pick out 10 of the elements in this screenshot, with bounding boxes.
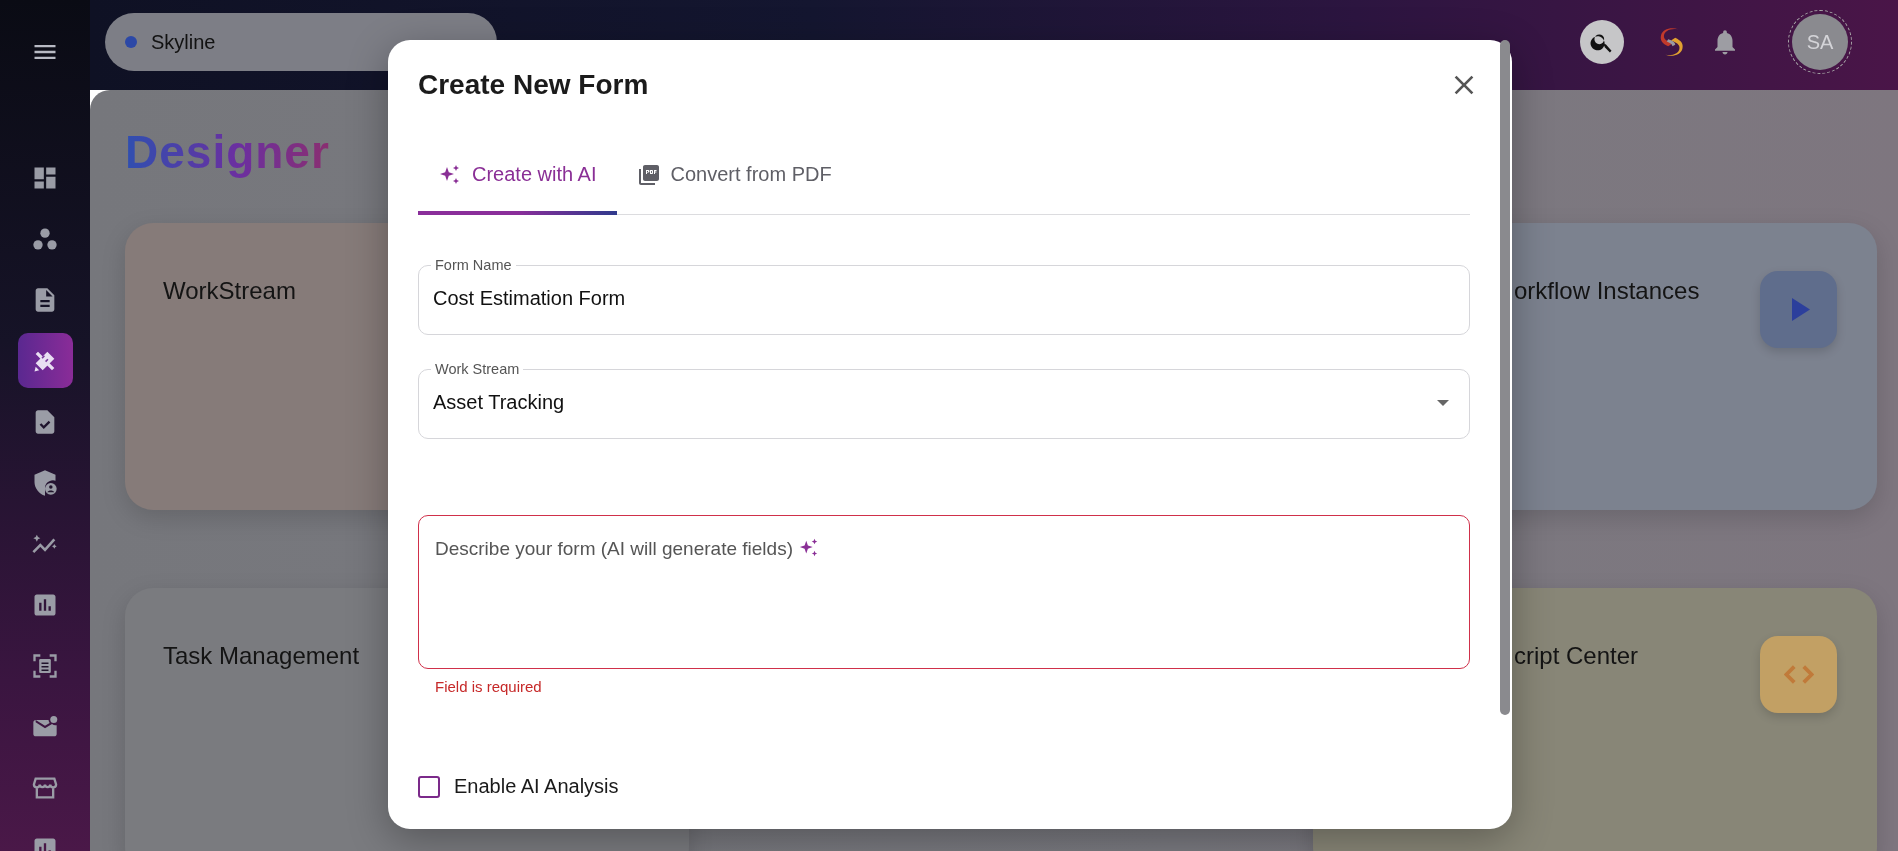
select-value: Asset Tracking <box>433 391 565 414</box>
card-title: cript Center <box>1514 642 1639 670</box>
card-title: Task Management <box>163 642 360 670</box>
dialog-title: Create New Form <box>418 69 649 101</box>
checkbox-label: Enable AI Analysis <box>454 775 619 798</box>
field-label: Work Stream <box>434 361 521 377</box>
field-label: Form Name <box>434 257 513 273</box>
card-title: WorkStream <box>163 277 296 305</box>
error-message: Field is required <box>435 678 543 695</box>
card-title: orkflow Instances <box>1514 277 1700 305</box>
